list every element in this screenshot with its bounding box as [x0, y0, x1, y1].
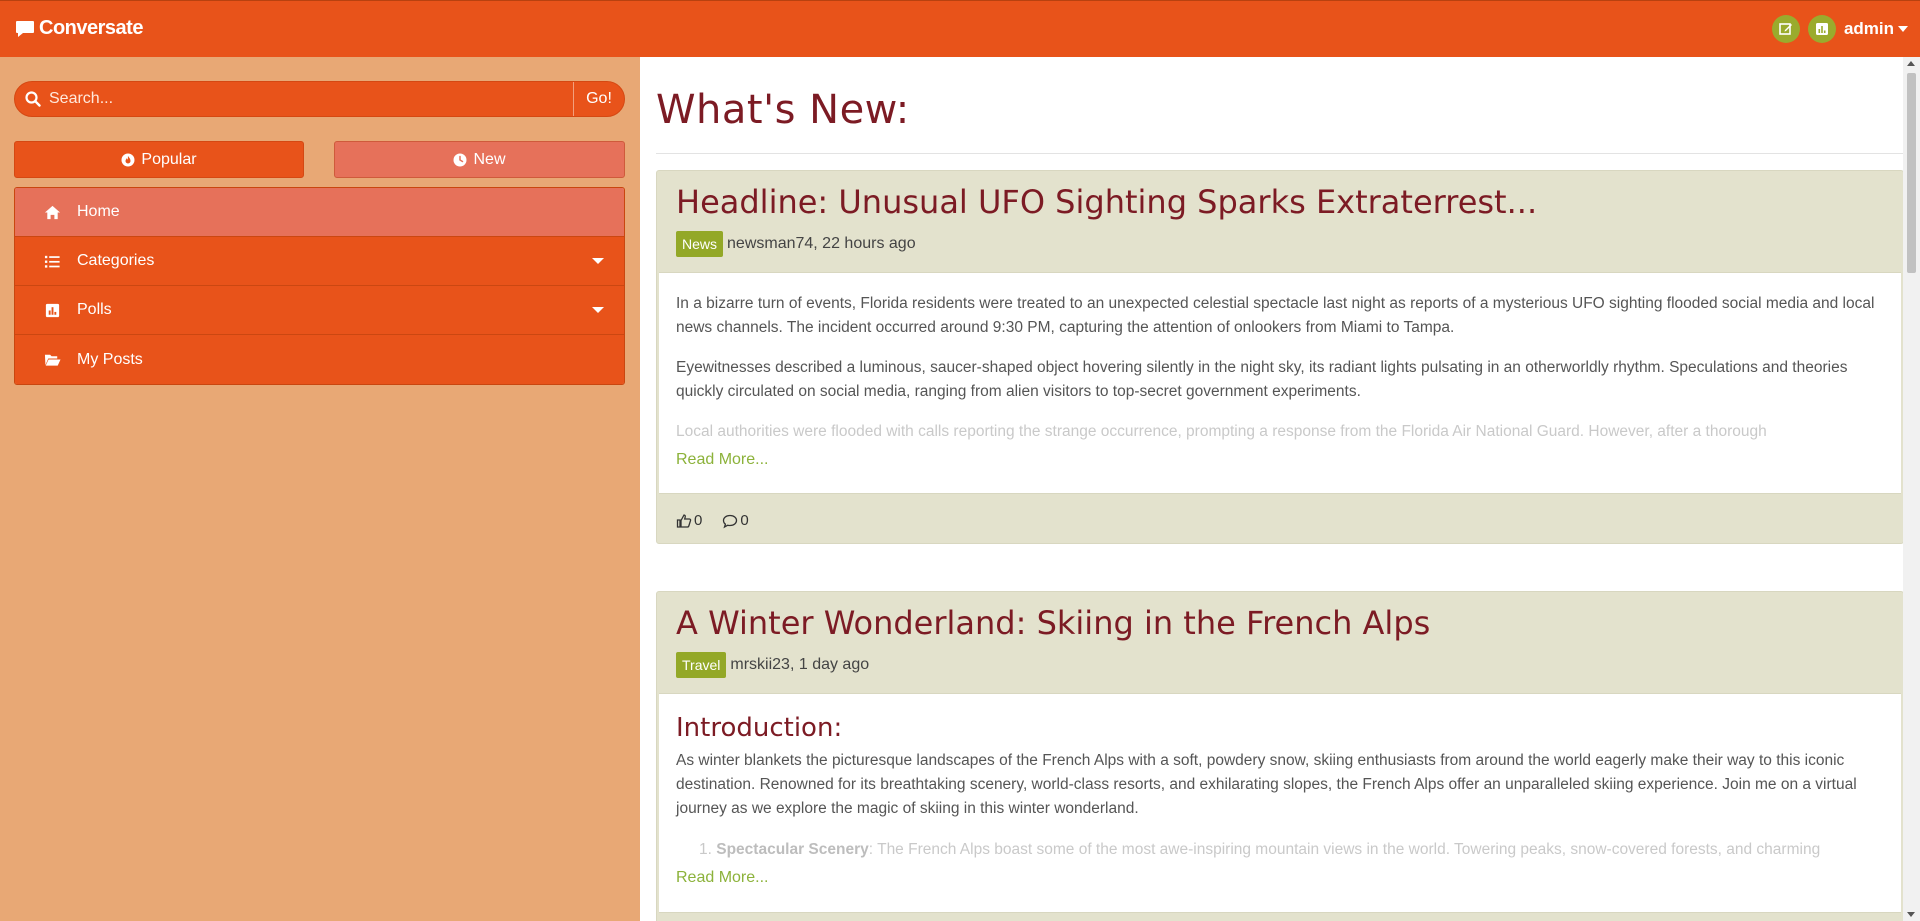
main-content: What's New: Headline: Unusual UFO Sighti…: [640, 57, 1920, 921]
sidebar-item-categories[interactable]: Categories: [15, 237, 624, 286]
new-tab-button[interactable]: New: [334, 141, 625, 178]
post-paragraph: Eyewitnesses described a luminous, sauce…: [676, 359, 1848, 400]
post-author-time: newsman74, 22 hours ago: [727, 235, 916, 252]
poll-icon: [1815, 23, 1828, 35]
like-count: 0: [694, 512, 703, 529]
sidebar-item-label: Categories: [77, 252, 155, 269]
new-poll-button[interactable]: [1807, 15, 1836, 43]
search-go-button[interactable]: Go!: [573, 82, 624, 116]
search-icon: [25, 91, 41, 107]
divider: [656, 153, 1904, 154]
sidebar-item-label: Polls: [77, 301, 112, 318]
folder-open-icon: [43, 351, 61, 369]
user-menu[interactable]: admin: [1844, 19, 1908, 39]
sidebar-item-label: My Posts: [77, 350, 143, 368]
chevron-down-icon: [1898, 26, 1908, 32]
list-item-text: : The French Alps boast some of the most…: [868, 841, 1821, 858]
sidebar-item-my-posts[interactable]: My Posts: [15, 335, 624, 384]
brand-logo[interactable]: Conversate: [15, 17, 143, 40]
brand-name: Conversate: [39, 17, 143, 39]
poll-icon: [43, 301, 61, 319]
comment-button[interactable]: 0: [722, 512, 749, 529]
like-button[interactable]: 0: [676, 512, 702, 529]
sidebar: Go! Popular New Home: [0, 57, 640, 921]
chevron-down-icon: [592, 258, 604, 264]
post-paragraph: As winter blankets the picturesque lands…: [676, 752, 1857, 817]
post-paragraph: Local authorities were flooded with call…: [676, 423, 1767, 440]
sidebar-menu: Home Categories Polls My Posts: [14, 187, 625, 385]
post-body: In a bizarre turn of events, Florida res…: [659, 272, 1901, 494]
chevron-down-icon: [592, 307, 604, 313]
top-navbar: Conversate admin: [0, 0, 1920, 57]
post-title[interactable]: A Winter Wonderland: Skiing in the Frenc…: [676, 604, 1430, 642]
scrollbar-thumb[interactable]: [1907, 73, 1916, 273]
thumbs-up-icon: [676, 513, 692, 528]
vertical-scrollbar[interactable]: [1903, 57, 1920, 921]
read-more-link[interactable]: Read More...: [676, 451, 768, 469]
post-paragraph: In a bizarre turn of events, Florida res…: [676, 295, 1875, 336]
popular-label: Popular: [141, 150, 197, 168]
comment-count: 0: [740, 512, 749, 529]
post-card: Headline: Unusual UFO Sighting Sparks Ex…: [656, 170, 1904, 544]
list-number: 1.: [699, 841, 712, 858]
page-title: What's New:: [656, 87, 910, 133]
post-author-time: mrskii23, 1 day ago: [730, 656, 870, 673]
scroll-up-arrow-icon[interactable]: [1907, 61, 1915, 66]
popular-tab-button[interactable]: Popular: [14, 141, 304, 178]
post-section-heading: Introduction:: [676, 713, 843, 743]
new-label: New: [473, 150, 506, 168]
sidebar-item-home[interactable]: Home: [15, 188, 624, 237]
username: admin: [1843, 19, 1894, 38]
new-post-button[interactable]: [1771, 15, 1800, 43]
post-list-item: 1. Spectacular Scenery: The French Alps …: [699, 838, 1884, 862]
sidebar-item-label: Home: [77, 203, 120, 220]
category-badge[interactable]: News: [676, 231, 724, 257]
edit-icon: [1779, 23, 1792, 35]
comment-icon: [723, 514, 738, 528]
read-more-link[interactable]: Read More...: [676, 869, 768, 887]
list-item-bold: Spectacular Scenery: [716, 841, 869, 858]
post-card: A Winter Wonderland: Skiing in the Frenc…: [656, 591, 1904, 921]
fire-icon: [121, 153, 135, 166]
list-icon: [43, 252, 61, 270]
post-title[interactable]: Headline: Unusual UFO Sighting Sparks Ex…: [676, 183, 1537, 221]
chat-icon: [16, 20, 34, 37]
post-meta: Travel mrskii23, 1 day ago: [676, 652, 869, 678]
sidebar-item-polls[interactable]: Polls: [15, 286, 624, 335]
post-body: Introduction: As winter blankets the pic…: [659, 693, 1901, 913]
search-bar: Go!: [14, 81, 625, 117]
scroll-down-arrow-icon[interactable]: [1907, 912, 1915, 917]
post-meta: News newsman74, 22 hours ago: [676, 231, 916, 257]
category-badge[interactable]: Travel: [676, 652, 727, 678]
search-input[interactable]: [41, 82, 573, 116]
clock-icon: [453, 153, 467, 166]
post-footer: 0 0: [676, 512, 769, 529]
home-icon: [43, 203, 61, 221]
